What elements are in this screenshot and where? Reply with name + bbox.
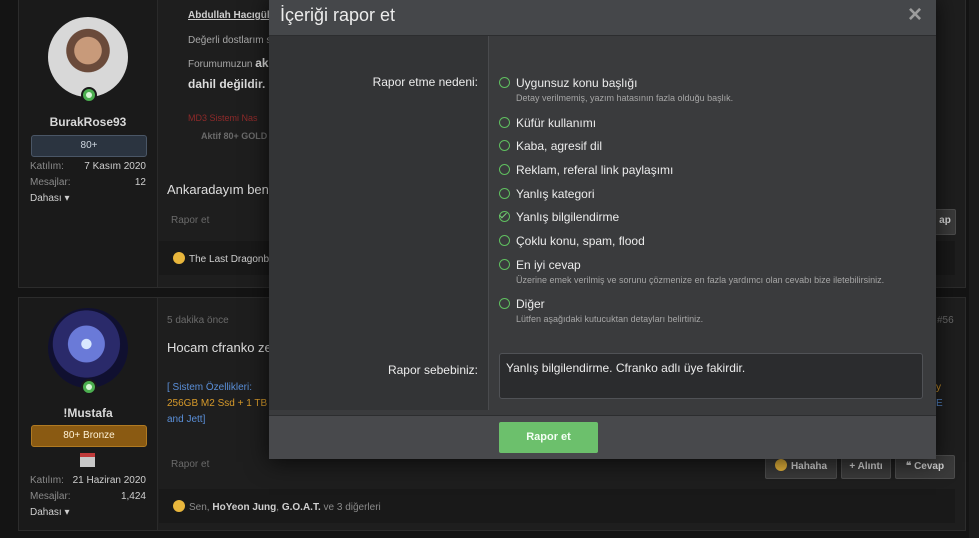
joined-stat: Katılım: 7 Kasım 2020 — [30, 161, 146, 172]
quote-marks-icon: ❝ — [905, 461, 915, 472]
quote-line: Forumumuzun ak — [188, 56, 269, 70]
reaction-laugh-icon — [173, 500, 185, 512]
signature-line: y — [936, 382, 941, 393]
quote-line: MD3 Sistemi Nas — [188, 113, 258, 123]
post-time[interactable]: 5 dakika önce — [167, 315, 229, 326]
reaction-summary[interactable]: The Last Dragonbo — [173, 252, 275, 265]
reaction-sad-icon — [173, 252, 185, 264]
more-link[interactable]: Dahası ▾ — [30, 507, 70, 518]
dialog-header: İçeriği rapor et × — [269, 0, 936, 36]
reason-label: Rapor etme nedeni: — [372, 75, 478, 89]
dialog-title: İçeriği rapor et — [280, 5, 396, 25]
more-link[interactable]: Dahası ▾ — [30, 193, 70, 204]
online-status-icon — [81, 87, 97, 103]
avatar[interactable] — [48, 308, 128, 388]
radio-icon[interactable] — [499, 298, 510, 309]
post-body: Hocam cfranko zen — [167, 340, 279, 355]
quote-line: Aktif 80+ GOLD — [201, 131, 268, 141]
reaction-bar: Sen, HoYeon Jung, G.O.A.T. ve 3 diğerler… — [159, 489, 955, 523]
post-number[interactable]: #56 — [937, 315, 954, 326]
messages-stat: Mesajlar: 12 — [30, 177, 146, 188]
quote-line: dahil değildir. — [188, 77, 266, 91]
signature-line: [ Sistem Özellikleri: — [167, 382, 253, 393]
form-label-column: Rapor etme nedeni: Rapor sebebiniz: — [269, 36, 489, 410]
post-body: Ankaradayım ben h — [167, 182, 280, 197]
radio-icon[interactable] — [499, 164, 510, 175]
post-1-user-panel: BurakRose93 80+ Katılım: 7 Kasım 2020 Mes… — [19, 0, 158, 287]
report-dialog: İçeriği rapor et × Rapor etme nedeni: Ra… — [269, 0, 936, 459]
reply-button[interactable]: ap — [934, 209, 956, 235]
calendar-icon — [80, 453, 95, 467]
avatar[interactable] — [48, 17, 128, 97]
username[interactable]: BurakRose93 — [19, 115, 157, 129]
username[interactable]: !Mustafa — [19, 406, 157, 420]
radio-icon[interactable] — [499, 117, 510, 128]
reaction-summary[interactable]: Sen, HoYeon Jung, G.O.A.T. ve 3 diğerler… — [173, 500, 381, 513]
user-rank-badge: 80+ Bronze — [31, 425, 147, 447]
signature-line: and Jett] — [167, 414, 206, 425]
radio-icon[interactable] — [499, 235, 510, 246]
online-status-icon — [81, 379, 97, 395]
report-link[interactable]: Rapor et — [171, 459, 209, 470]
radio-icon[interactable] — [499, 140, 510, 151]
radio-checked-icon[interactable] — [499, 211, 510, 222]
joined-stat: Katılım: 21 Haziran 2020 — [30, 475, 146, 486]
dialog-footer: Rapor et — [269, 415, 936, 459]
radio-icon[interactable] — [499, 77, 510, 88]
laugh-icon — [774, 459, 787, 471]
submit-report-button[interactable]: Rapor et — [499, 422, 598, 453]
quote-line: Değerli dostlarım s — [188, 35, 272, 46]
post-2-user-panel: !Mustafa 80+ Bronze Katılım: 21 Haziran 2… — [19, 298, 158, 530]
radio-icon[interactable] — [499, 188, 510, 199]
signature-line: 256GB M2 Ssd + 1 TB S — [167, 398, 277, 409]
user-rank-badge: 80+ — [31, 135, 147, 157]
page-scrollbar[interactable] — [969, 0, 979, 538]
close-icon[interactable]: × — [908, 1, 922, 29]
quote-author[interactable]: Abdullah Hacıgül — [188, 10, 270, 21]
signature-line: E — [936, 398, 943, 409]
report-link[interactable]: Rapor et — [171, 215, 209, 226]
messages-stat: Mesajlar: 1,424 — [30, 491, 146, 502]
message-label: Rapor sebebiniz: — [387, 363, 478, 377]
radio-icon[interactable] — [499, 259, 510, 270]
report-reason-textarea[interactable]: Yanlış bilgilendirme. Cfranko adlı üye f… — [499, 353, 923, 399]
